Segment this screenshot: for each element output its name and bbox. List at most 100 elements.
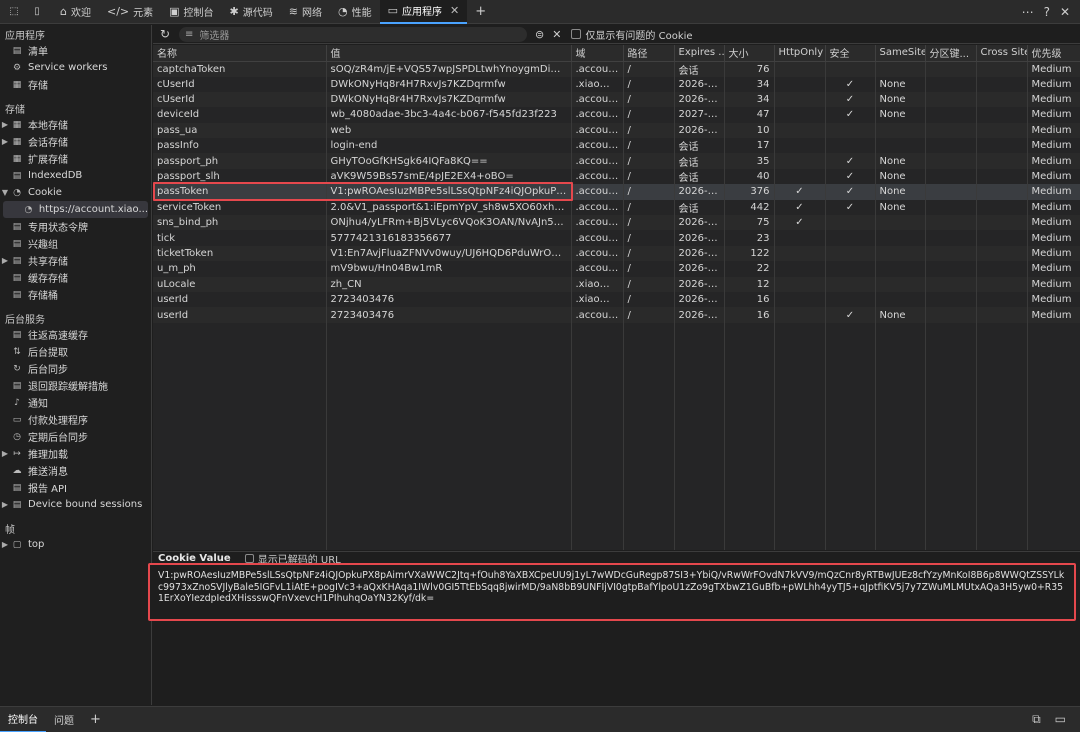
- tab-home[interactable]: ⌂ 欢迎: [52, 0, 99, 24]
- column-header[interactable]: 大小: [724, 45, 775, 62]
- sidebar-item-device-bound-sessions[interactable]: ▶ ▤ Device bound sessions: [0, 496, 151, 513]
- tab-code[interactable]: </> 元素: [99, 0, 161, 24]
- sidebar-item-interest-groups[interactable]: ▤ 兴趣组: [0, 235, 151, 252]
- new-tab-icon[interactable]: +: [467, 0, 494, 24]
- add-drawer-tab-icon[interactable]: +: [82, 707, 109, 732]
- sidebar-item-extension-storage[interactable]: ▦ 扩展存储: [0, 150, 151, 167]
- tab-application[interactable]: ▭ 应用程序 ✕: [379, 0, 468, 24]
- collapse-drawer-icon[interactable]: ▭: [1055, 712, 1066, 727]
- table-cell: 2723403476: [326, 307, 572, 323]
- chevron-right-icon[interactable]: ▶: [0, 256, 10, 265]
- column-header[interactable]: Cross Site: [976, 45, 1028, 62]
- sidebar-item-background-fetch[interactable]: ⇅ 后台提取: [0, 343, 151, 360]
- only-issues-checkbox[interactable]: [571, 29, 582, 39]
- sidebar-item-indexeddb[interactable]: ▤ IndexedDB: [0, 167, 151, 184]
- sidebar-item-speculative-loads[interactable]: ▶ ↦ 推理加载: [0, 445, 151, 462]
- sidebar-item-session-storage[interactable]: ▶ ▦ 会话存储: [0, 133, 151, 150]
- sidebar-item-cookie[interactable]: ▼ ◔ Cookie: [0, 184, 151, 201]
- chevron-down-icon[interactable]: ▼: [0, 188, 10, 197]
- sidebar-item-background-sync[interactable]: ↻ 后台同步: [0, 360, 151, 377]
- table-row[interactable]: passport_slh aVK9W59Bs57smE/4pJE2EX4+oBO=…: [153, 168, 1080, 185]
- sidebar-item-notifications[interactable]: ♪ 通知: [0, 394, 151, 411]
- table-cell: login-end: [326, 138, 572, 154]
- sidebar-item-private-state-tokens[interactable]: ▤ 专用状态令牌: [0, 218, 151, 235]
- table-cell: /: [623, 307, 675, 323]
- column-header[interactable]: 名称: [153, 45, 327, 62]
- chevron-right-icon[interactable]: ▶: [0, 137, 10, 146]
- dock-icon[interactable]: ⧉: [1032, 712, 1041, 727]
- tab-wifi[interactable]: ≋ 网络: [281, 0, 330, 24]
- table-row[interactable]: pass_ua web .accoun.../2026-0... 10 Medium: [153, 122, 1080, 139]
- delete-selected-icon[interactable]: ✕: [552, 28, 561, 41]
- close-tab-icon[interactable]: ✕: [450, 4, 459, 17]
- column-header[interactable]: 分区键...: [925, 45, 977, 62]
- sidebar-item-storage-buckets[interactable]: ▤ 存储桶: [0, 286, 151, 303]
- chevron-right-icon[interactable]: ▶: [0, 449, 10, 458]
- column-header[interactable]: SameSite: [875, 45, 926, 62]
- sidebar-item-cookie-domain[interactable]: ◔ https://account.xiao...: [3, 201, 148, 218]
- table-cell: 2026-0...: [674, 245, 725, 262]
- refresh-icon[interactable]: ↻: [155, 27, 175, 41]
- sidebar-item-bfcache[interactable]: ▤ 往返高速缓存: [0, 326, 151, 343]
- sidebar-item-service-workers[interactable]: ⚙ Service workers: [0, 59, 151, 76]
- column-header[interactable]: 优先级: [1027, 45, 1080, 62]
- column-header[interactable]: 安全: [825, 45, 876, 62]
- table-row[interactable]: passInfo login-end .accoun... / 会话 17 Medium: [153, 138, 1080, 154]
- table-row[interactable]: serviceToken 2.0&V1_passport&1:iEpmYpV_sh…: [153, 199, 1080, 216]
- table-cell: ✓: [825, 153, 876, 169]
- column-header[interactable]: Expires ...: [674, 45, 725, 62]
- table-cell: aVK9W59Bs57smE/4pJE2EX4+oBO=: [326, 168, 572, 185]
- column-header[interactable]: 域: [571, 45, 624, 62]
- help-icon[interactable]: ?: [1044, 5, 1050, 19]
- table-row[interactable]: cUserId DWkONyHq8r4H7RxvJs7KZDqrmfw .xiaom…: [153, 76, 1080, 92]
- sidebar-item-cache-storage[interactable]: ▤ 缓存存储: [0, 269, 151, 286]
- sidebar-item-manifest[interactable]: ▤ 清单: [0, 42, 151, 59]
- cookie-value-text[interactable]: V1:pwROAesIuzMBPe5slLSsQtpNFz4iQJOpkuPX8…: [148, 563, 1076, 621]
- table-row[interactable]: ticketToken V1:En7AvjFluaZFNVv0wuy/UJ6HQD…: [153, 245, 1080, 262]
- table-row[interactable]: cUserId DWkONyHq8r4H7RxvJs7KZDqrmfw .accou…: [153, 91, 1080, 108]
- table-empty-cell: [571, 322, 624, 550]
- table-row[interactable]: sns_bind_ph ONjhu4/yLFRm+Bj5VLyc6VQoK3OAN…: [153, 215, 1080, 231]
- chevron-right-icon[interactable]: ▶: [0, 500, 10, 509]
- chevron-right-icon[interactable]: ▶: [0, 120, 10, 129]
- device-emulation-icon[interactable]: ▯: [28, 3, 46, 21]
- chevron-right-icon[interactable]: ▶: [0, 540, 10, 549]
- table-row[interactable]: captchaToken sOQ/zR4m/jE+VQS57wpJSPDLtwhY…: [153, 61, 1080, 77]
- table-row[interactable]: passToken V1:pwROAesIuzMBPe5slLSsQtpNFz4i…: [153, 184, 1080, 200]
- table-row[interactable]: userId 2723403476 .xiaomi..../2026-0... 16 M…: [153, 291, 1080, 308]
- column-header[interactable]: 值: [326, 45, 572, 62]
- sidebar-item-local-storage[interactable]: ▶ ▦ 本地存储: [0, 116, 151, 133]
- table-cell: ✓: [825, 91, 876, 108]
- sidebar-item-payment-handler[interactable]: ▭ 付款处理程序: [0, 411, 151, 428]
- table-row[interactable]: u_m_ph mV9bwu/Hn04Bw1mR .accoun.../2026-0.…: [153, 261, 1080, 277]
- table-cell: zh_CN: [326, 276, 572, 292]
- tab-bug[interactable]: ✱ 源代码: [222, 0, 281, 24]
- close-devtools-icon[interactable]: ✕: [1060, 5, 1070, 19]
- sidebar-item-reporting-api[interactable]: ▤ 报告 API: [0, 479, 151, 496]
- frame-icon: ▢: [12, 539, 22, 550]
- tab-performance[interactable]: ◔ 性能: [330, 0, 380, 24]
- sidebar-item-storage-overview[interactable]: ▦ 存储: [0, 76, 151, 93]
- sidebar-item-bounce-tracking[interactable]: ▤ 退回跟踪缓解措施: [0, 377, 151, 394]
- show-decoded-url-checkbox[interactable]: [244, 554, 254, 563]
- table-row[interactable]: userId 2723403476 .accoun.../2026-0... 16 ✓ N…: [153, 307, 1080, 323]
- table-cell: /: [623, 61, 675, 77]
- more-options-icon[interactable]: ⋯: [1022, 5, 1034, 19]
- clear-filtered-icon[interactable]: ⊜: [535, 28, 544, 41]
- drawer-tab-issues[interactable]: 问题: [46, 707, 82, 732]
- table-row[interactable]: uLocale zh_CN .xiaomi..../2026-0... 12 Mediu…: [153, 276, 1080, 292]
- column-header[interactable]: HttpOnly: [774, 45, 826, 62]
- inspect-element-icon[interactable]: ⬚: [5, 3, 23, 21]
- sidebar-item-periodic-sync[interactable]: ◷ 定期后台同步: [0, 428, 151, 445]
- table-row[interactable]: passport_ph GHyTOoGfKHSgk64IQFa8KQ== .acco…: [153, 153, 1080, 169]
- table-cell: [825, 230, 876, 246]
- sidebar-item-frame-top[interactable]: ▶ ▢ top: [0, 536, 151, 553]
- table-row[interactable]: deviceId wb_4080adae-3bc3-4a4c-b067-f545f…: [153, 107, 1080, 123]
- drawer-tab-console[interactable]: 控制台: [0, 707, 46, 732]
- table-row[interactable]: tick 5777421316183356677 .accoun.../2026-0…: [153, 230, 1080, 246]
- sidebar-item-push-messaging[interactable]: ☁ 推送消息: [0, 462, 151, 479]
- sidebar-item-shared-storage[interactable]: ▶ ▤ 共享存储: [0, 252, 151, 269]
- filter-input[interactable]: ≡ 筛选器: [179, 26, 527, 42]
- tab-console[interactable]: ▣ 控制台: [161, 0, 221, 24]
- column-header[interactable]: 路径: [623, 45, 675, 62]
